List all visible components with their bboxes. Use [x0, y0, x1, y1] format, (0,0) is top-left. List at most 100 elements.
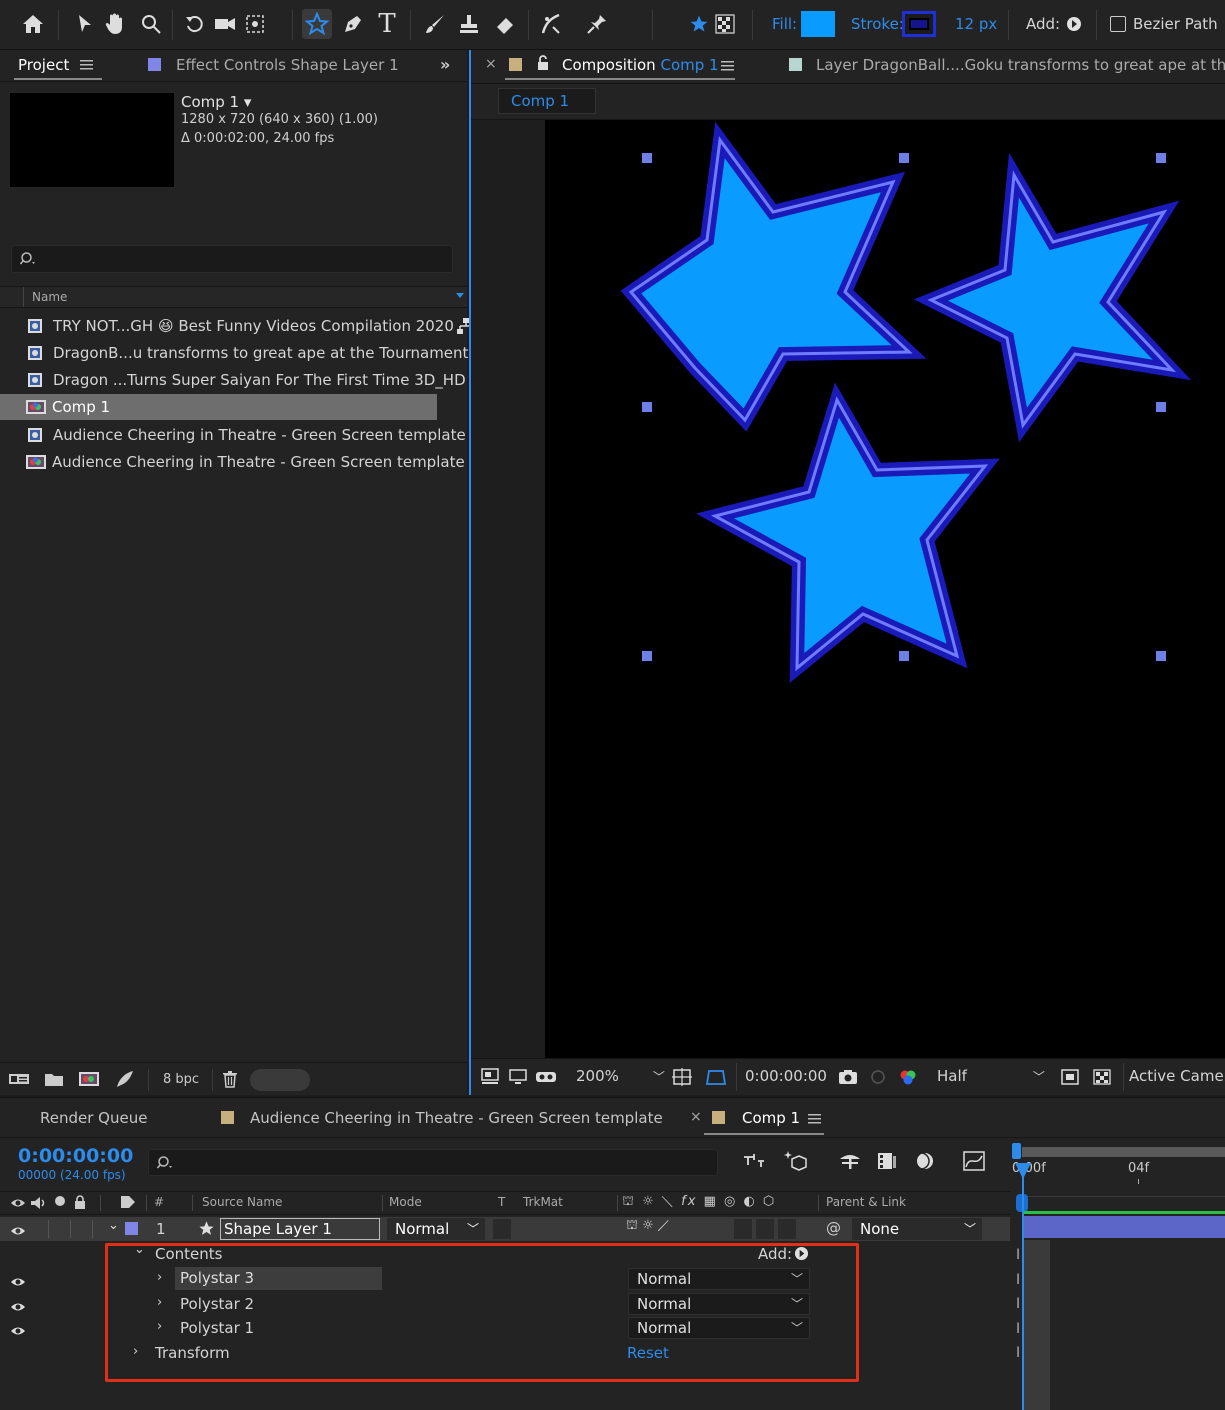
project-item[interactable]: DragonB...u transforms to great ape at t… — [0, 340, 468, 366]
panel-menu-icon[interactable] — [80, 59, 93, 71]
project-item[interactable]: Audience Cheering in Theatre - Green Scr… — [0, 449, 467, 475]
vr-headset-icon[interactable] — [535, 1066, 557, 1088]
bezier-path-checkbox[interactable] — [1110, 16, 1126, 32]
star-tool-icon[interactable] — [302, 9, 332, 39]
transform-handle[interactable] — [1156, 153, 1166, 163]
star-polystar-2[interactable] — [914, 152, 1192, 443]
video-visibility-column-icon[interactable] — [10, 1197, 26, 1209]
panel-overflow-icon[interactable]: » — [440, 55, 450, 74]
comp-flow-tab[interactable]: Comp 1 — [498, 88, 596, 114]
new-composition-icon[interactable] — [78, 1071, 100, 1087]
tab-composition[interactable]: Composition Comp 1 — [562, 56, 719, 74]
panel-menu-icon[interactable] — [721, 60, 734, 72]
stroke-color-swatch[interactable] — [902, 11, 936, 37]
pan-behind-tool-icon[interactable] — [240, 9, 270, 39]
pick-whip-icon[interactable]: @ — [826, 1219, 841, 1237]
type-tool-icon[interactable]: T — [372, 9, 402, 39]
shy-layers-icon[interactable] — [838, 1151, 862, 1171]
star-polystar-1[interactable] — [620, 121, 927, 432]
layer-mode-dropdown[interactable]: Normal ﹀ — [387, 1218, 485, 1240]
region-of-interest-icon[interactable] — [1059, 1066, 1081, 1088]
transparency-grid-toggle-icon[interactable] — [1091, 1066, 1113, 1088]
motion-blur-icon[interactable] — [912, 1150, 936, 1172]
stroke-width-value[interactable]: 12 px — [955, 15, 997, 33]
current-time-display[interactable]: 0:00:00:00 — [745, 1067, 827, 1085]
fill-color-swatch[interactable] — [801, 11, 835, 37]
work-area-bar[interactable] — [1022, 1147, 1225, 1157]
interpret-footage-icon[interactable] — [8, 1071, 30, 1087]
transparency-grid-icon[interactable] — [710, 9, 740, 39]
eye-icon[interactable] — [10, 1223, 26, 1235]
eye-icon[interactable] — [10, 1299, 26, 1311]
trash-icon[interactable] — [222, 1070, 238, 1088]
work-area-start-handle[interactable] — [1012, 1143, 1021, 1159]
resolution-dropdown[interactable]: Half ﹀ — [937, 1067, 1045, 1085]
always-preview-icon[interactable] — [479, 1066, 501, 1088]
column-track-matte[interactable]: TrkMat — [523, 1195, 563, 1209]
zoom-tool-icon[interactable] — [136, 9, 166, 39]
preserve-transparency-toggle[interactable] — [493, 1219, 511, 1239]
project-item[interactable]: TRY NOT...GH 😆 Best Funny Videos Compila… — [0, 313, 475, 339]
tab-project[interactable]: Project — [18, 56, 69, 74]
transform-handle[interactable] — [1156, 651, 1166, 661]
selection-tool-icon[interactable] — [70, 9, 100, 39]
tab-effect-controls[interactable]: Effect Controls Shape Layer 1 — [176, 56, 399, 74]
clone-stamp-tool-icon[interactable] — [454, 9, 484, 39]
column-parent-link[interactable]: Parent & Link — [826, 1195, 906, 1209]
transform-handle[interactable] — [899, 153, 909, 163]
transform-handle[interactable] — [642, 153, 652, 163]
snapshot-icon[interactable] — [837, 1066, 859, 1088]
timeline-search-input[interactable] — [148, 1149, 718, 1176]
tab-comp-1[interactable]: Comp 1 — [742, 1109, 800, 1127]
parent-dropdown[interactable]: None ﹀ — [852, 1218, 982, 1240]
audio-column-icon[interactable] — [30, 1196, 48, 1210]
project-item[interactable]: Audience Cheering in Theatre - Green Scr… — [0, 422, 467, 448]
project-item[interactable]: Dragon ...Turns Super Saiyan For The Fir… — [0, 367, 467, 393]
brush-tool-icon[interactable] — [420, 9, 450, 39]
monitor-icon[interactable] — [507, 1066, 529, 1088]
layer-switches[interactable]: ⛫ ☼ ⟋ — [626, 1218, 669, 1235]
composition-viewer[interactable] — [471, 120, 1225, 1058]
star-polystar-3[interactable] — [696, 382, 1000, 684]
media-encoder-icon[interactable] — [115, 1069, 135, 1089]
comp-name[interactable]: Comp 1 ▾ — [181, 93, 251, 111]
transform-handle[interactable] — [642, 651, 652, 661]
switch-cell[interactable] — [756, 1219, 774, 1239]
transform-handle[interactable] — [642, 402, 652, 412]
layer-name-field[interactable]: Shape Layer 1 — [220, 1218, 380, 1240]
show-snapshot-icon[interactable] — [867, 1066, 889, 1088]
project-item-selected[interactable]: Comp 1 — [0, 394, 437, 420]
column-number[interactable]: # — [154, 1195, 164, 1209]
zoom-level-dropdown[interactable]: 200% ﹀ — [576, 1067, 665, 1085]
column-source-name[interactable]: Source Name — [202, 1195, 282, 1209]
eraser-tool-icon[interactable] — [490, 9, 520, 39]
roto-brush-tool-icon[interactable] — [536, 9, 566, 39]
add-menu-icon[interactable] — [1064, 14, 1084, 34]
thumbnail-size-slider[interactable] — [250, 1069, 310, 1091]
panel-menu-icon[interactable] — [808, 1113, 821, 1125]
camera-view-dropdown[interactable]: Active Camer — [1129, 1067, 1225, 1085]
eye-icon[interactable] — [10, 1323, 26, 1335]
expand-layer-chevron-icon[interactable]: ⌄ — [108, 1218, 119, 1233]
transform-handle[interactable] — [899, 651, 909, 661]
frame-blending-icon[interactable] — [876, 1151, 898, 1171]
playhead-handle[interactable] — [1015, 1163, 1031, 1179]
playhead-line[interactable] — [1022, 1163, 1024, 1410]
home-icon[interactable] — [18, 9, 48, 39]
safe-zones-icon[interactable] — [671, 1066, 693, 1088]
tab-render-queue[interactable]: Render Queue — [40, 1109, 147, 1127]
lock-column-icon[interactable] — [74, 1195, 86, 1209]
switches-column-icons[interactable]: ⛫ ☼ ⟍ fx ▦ ◎ ◐ ⬡ — [622, 1194, 776, 1211]
timeline-graph-area[interactable]: 0:00f 04f IIIII — [1012, 1139, 1225, 1410]
draft-3d-icon[interactable] — [784, 1149, 808, 1171]
shape-layer-stars[interactable] — [545, 120, 1225, 1058]
bpc-toggle[interactable]: 8 bpc — [163, 1072, 199, 1087]
close-icon[interactable]: × — [485, 56, 497, 72]
layer-label-color[interactable] — [125, 1222, 138, 1235]
lock-icon[interactable] — [536, 55, 550, 71]
tab-audience-comp[interactable]: Audience Cheering in Theatre - Green Scr… — [250, 1109, 663, 1127]
puppet-pin-tool-icon[interactable] — [582, 9, 612, 39]
label-column-icon[interactable] — [120, 1195, 136, 1209]
hand-tool-icon[interactable] — [100, 9, 130, 39]
column-name[interactable]: Name — [32, 290, 67, 304]
